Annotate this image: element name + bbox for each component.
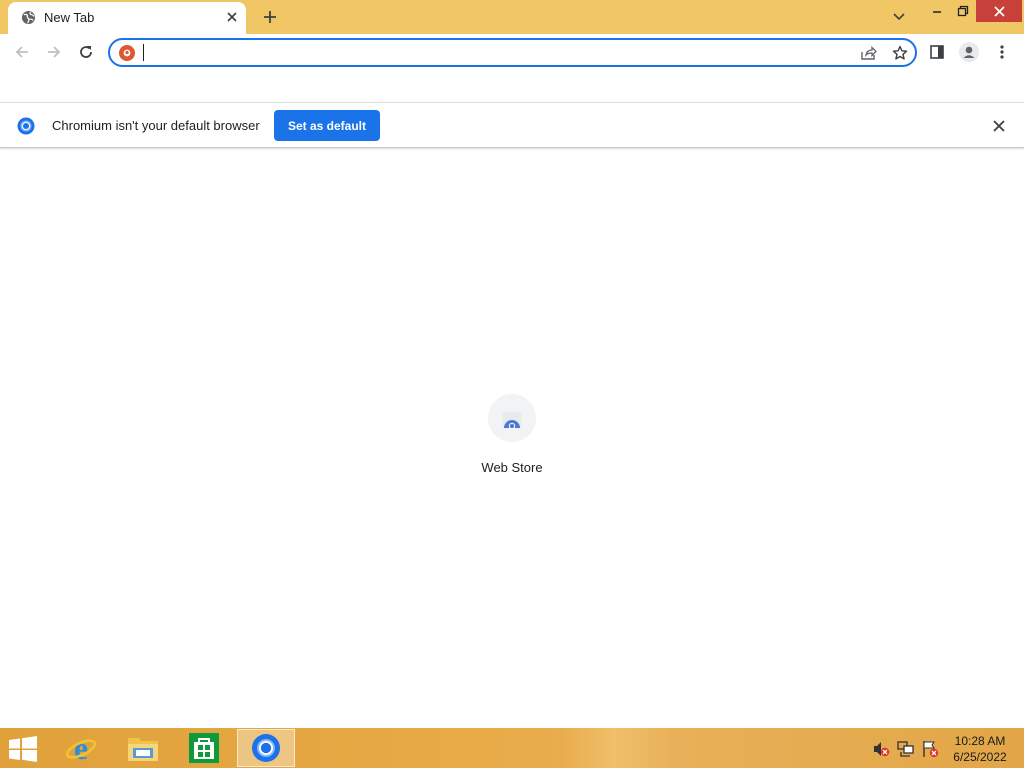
store-icon	[189, 733, 219, 763]
toolbar	[0, 34, 1024, 70]
set-as-default-button[interactable]: Set as default	[274, 110, 380, 141]
reload-button[interactable]	[73, 39, 99, 65]
taskbar-file-explorer[interactable]	[114, 729, 172, 767]
tab-close-icon[interactable]	[224, 9, 240, 25]
tab-title: New Tab	[44, 10, 95, 25]
back-button[interactable]	[9, 39, 35, 65]
forward-button[interactable]	[41, 39, 67, 65]
taskbar-store[interactable]	[175, 729, 233, 767]
text-caret	[143, 44, 144, 61]
close-window-button[interactable]	[976, 0, 1022, 22]
plus-icon	[264, 11, 276, 23]
taskbar: e 10:28 AM 6/25/2022	[0, 728, 1024, 768]
infobar-message: Chromium isn't your default browser	[52, 118, 260, 133]
side-panel-button[interactable]	[924, 39, 950, 65]
svg-text:e: e	[74, 732, 88, 764]
windows-start-icon[interactable]	[8, 736, 38, 762]
network-icon[interactable]	[897, 740, 915, 758]
chevron-down-icon	[893, 13, 905, 21]
shortcut-tile	[488, 394, 536, 442]
speaker-muted-icon[interactable]	[872, 740, 890, 758]
shortcut-web-store[interactable]: Web Store	[472, 392, 552, 476]
web-store-icon	[502, 412, 522, 430]
minimize-icon	[933, 11, 941, 13]
action-center-flag-icon[interactable]	[921, 740, 939, 758]
kebab-menu-icon	[1000, 45, 1004, 59]
address-bar[interactable]	[108, 38, 917, 67]
tab-search-button[interactable]	[886, 6, 912, 28]
restore-icon	[957, 5, 969, 17]
shortcut-label: Web Store	[481, 460, 543, 475]
chromium-icon	[252, 734, 280, 762]
restore-button[interactable]	[950, 0, 976, 22]
arrow-left-icon	[15, 46, 28, 58]
share-icon[interactable]	[858, 43, 880, 63]
chromium-icon	[17, 117, 35, 135]
side-panel-icon	[930, 45, 944, 59]
clock-date: 6/25/2022	[953, 750, 1007, 764]
profile-button[interactable]	[956, 39, 982, 65]
avatar-icon	[959, 42, 979, 62]
close-icon	[993, 5, 1005, 17]
tab-new-tab[interactable]: New Tab	[8, 2, 246, 34]
minimize-button[interactable]	[924, 0, 950, 22]
duckduckgo-icon[interactable]	[119, 45, 135, 61]
default-browser-infobar: Chromium isn't your default browser Set …	[0, 102, 1024, 148]
reload-icon	[80, 46, 92, 58]
internet-explorer-icon: e	[65, 732, 97, 764]
new-tab-button[interactable]	[260, 7, 280, 27]
menu-button[interactable]	[989, 39, 1015, 65]
arrow-right-icon	[48, 46, 61, 58]
close-icon[interactable]	[990, 117, 1008, 135]
address-input[interactable]	[143, 42, 843, 63]
taskbar-chromium[interactable]	[237, 729, 295, 767]
bookmark-star-icon[interactable]	[889, 43, 911, 63]
system-clock[interactable]: 10:28 AM 6/25/2022	[944, 733, 1016, 765]
taskbar-internet-explorer[interactable]: e	[52, 729, 110, 767]
clock-time: 10:28 AM	[954, 734, 1006, 748]
folder-icon	[128, 738, 158, 761]
tab-strip: New Tab	[0, 0, 1024, 34]
globe-icon	[21, 10, 36, 25]
